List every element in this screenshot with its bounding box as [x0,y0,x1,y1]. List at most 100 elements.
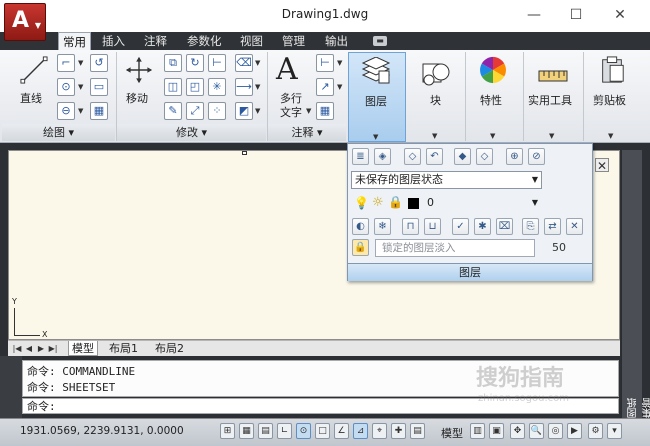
scale-icon[interactable]: ⤢ [186,102,204,120]
snap-icon[interactable]: ▦ [239,423,254,439]
polyline-icon[interactable]: ⌐ [57,54,75,72]
chevron-down-icon[interactable]: ▼ [255,83,260,91]
tab-manage[interactable]: 管理 [278,32,309,50]
minimize-button[interactable]: — [512,4,556,26]
copy-icon[interactable]: ⧉ [164,54,182,72]
zoom-icon[interactable]: 🔍 [529,423,544,439]
pan-icon[interactable]: ✥ [510,423,525,439]
polar-icon[interactable]: ⊙ [296,423,311,439]
otrack-icon[interactable]: ∠ [334,423,349,439]
layer-lock-icon[interactable]: ⊓ [402,218,419,235]
layer-unisolate-icon[interactable]: ◇ [476,148,493,165]
annotation-panel-footer[interactable]: 注释 ▾ [268,124,346,141]
circle-icon[interactable]: ⊙ [57,78,75,96]
osnap-icon[interactable]: □ [315,423,330,439]
application-menu-button[interactable]: A ▼ [4,3,46,41]
first-tab-icon[interactable]: |◀ [12,343,22,354]
splitter-grip[interactable] [242,151,247,155]
ortho-icon[interactable]: ∟ [277,423,292,439]
workspace-icon[interactable]: ⚙ [588,423,603,439]
rotate-arc-icon[interactable]: ↺ [90,54,108,72]
leader-icon[interactable]: ↗ [316,78,334,96]
maximize-button[interactable]: ☐ [554,4,598,26]
command-line-handle[interactable] [0,356,22,418]
locked-layer-fade-slider[interactable]: 锁定的图层淡入 [375,239,535,257]
layer-erase-icon[interactable]: ✕ [566,218,583,235]
tab-annotate[interactable]: 注释 [140,32,171,50]
chevron-down-icon[interactable]: ▼ [255,59,260,67]
tab-layout1[interactable]: 布局1 [106,341,141,356]
quick-view-drawings-icon[interactable]: ▣ [489,423,504,439]
layer-properties-icon[interactable]: ≣ [352,148,369,165]
lineweight-icon[interactable]: ✚ [391,423,406,439]
explode-icon[interactable]: ✳ [208,78,226,96]
utilities-panel-button[interactable]: 实用工具 ▼ [524,52,582,142]
linear-dimension-icon[interactable]: ⊢ [316,54,334,72]
next-tab-icon[interactable]: ▶ [36,343,46,354]
hatch-icon[interactable]: ▦ [90,102,108,120]
ribbon-minimize-icon[interactable]: ▬ [373,36,387,46]
trim-icon[interactable]: ⊢ [208,54,226,72]
line-button[interactable]: 直线 [20,90,42,106]
stretch-icon[interactable]: ✎ [164,102,182,120]
chevron-down-icon[interactable]: ▼ [78,107,83,115]
infer-constraints-icon[interactable]: ⊞ [220,423,235,439]
layer-states-icon[interactable]: ◈ [374,148,391,165]
chevron-down-icon[interactable]: ▼ [337,59,342,67]
layer-state-select[interactable]: 未保存的图层状态 ▼ [351,171,542,189]
grid-icon[interactable]: ▤ [258,423,273,439]
close-button[interactable]: ✕ [598,4,642,26]
steering-wheel-icon[interactable]: ◎ [548,423,563,439]
properties-panel-button[interactable]: 特性 ▼ [466,52,522,142]
tab-parametric[interactable]: 参数化 [183,32,226,50]
tab-layout2[interactable]: 布局2 [152,341,187,356]
ducs-icon[interactable]: ⊿ [353,423,368,439]
rectangle-icon[interactable]: ▭ [90,78,108,96]
prev-tab-icon[interactable]: ◀ [24,343,34,354]
layer-off-icon[interactable]: ◐ [352,218,369,235]
tab-model[interactable]: 模型 [68,341,98,356]
extend-icon[interactable]: ⟶ [235,78,253,96]
ellipse-icon[interactable]: ⊖ [57,102,75,120]
close-icon[interactable]: ✕ [595,158,609,173]
layer-isolate-icon[interactable]: ◆ [454,148,471,165]
chevron-down-icon[interactable]: ▼ [78,59,83,67]
tab-view[interactable]: 视图 [236,32,267,50]
layer-walk-icon[interactable]: ⊕ [506,148,523,165]
multiline-text-icon[interactable]: A [276,52,298,87]
mirror-icon[interactable]: ◫ [164,78,182,96]
layer-freeze-icon[interactable]: ❄ [374,218,391,235]
layer-match-icon[interactable]: ◇ [404,148,421,165]
layer-translate-icon[interactable]: ⇄ [544,218,561,235]
sun-icon[interactable]: ☼ [372,195,384,210]
layer-merge-icon[interactable]: ✱ [474,218,491,235]
copy-to-layer-icon[interactable]: ⎘ [522,218,539,235]
make-current-icon[interactable]: ✓ [452,218,469,235]
erase-icon[interactable]: ⌫ [235,54,253,72]
layer-select[interactable]: 0 ▼ [424,195,541,213]
chevron-down-icon[interactable]: ▼ [337,83,342,91]
quick-view-layouts-icon[interactable]: ▥ [470,423,485,439]
color-swatch-icon[interactable] [408,198,419,209]
modify-panel-footer[interactable]: 修改 ▾ [117,124,266,141]
last-tab-icon[interactable]: ▶| [48,343,58,354]
table-icon[interactable]: ▦ [316,102,334,120]
tab-output[interactable]: 输出 [321,32,352,50]
sheet-set-manager-palette[interactable]: 图纸集管理器 [621,150,650,418]
block-panel-button[interactable]: 块 ▼ [408,52,464,142]
clipboard-panel-button[interactable]: 剪贴板 ▼ [584,52,640,142]
chevron-down-icon[interactable]: ▼ [78,83,83,91]
layer-walk-off-icon[interactable]: ⊘ [528,148,545,165]
rotate-icon[interactable]: ↻ [186,54,204,72]
lock-icon[interactable]: 🔒 [388,195,403,209]
lightbulb-icon[interactable]: 💡 [354,196,369,210]
tab-home[interactable]: 常用 [58,32,91,50]
status-menu-icon[interactable]: ▾ [607,423,622,439]
model-space-button[interactable]: 模型 [441,425,463,441]
tab-insert[interactable]: 插入 [98,32,129,50]
layer-unlock-icon[interactable]: ⊔ [424,218,441,235]
move-icon[interactable] [124,56,154,84]
layers-panel-button[interactable]: 图层 ▼ [348,52,406,142]
move-button[interactable]: 移动 [126,90,148,106]
locked-layer-fade-icon[interactable]: 🔒 [352,239,369,256]
